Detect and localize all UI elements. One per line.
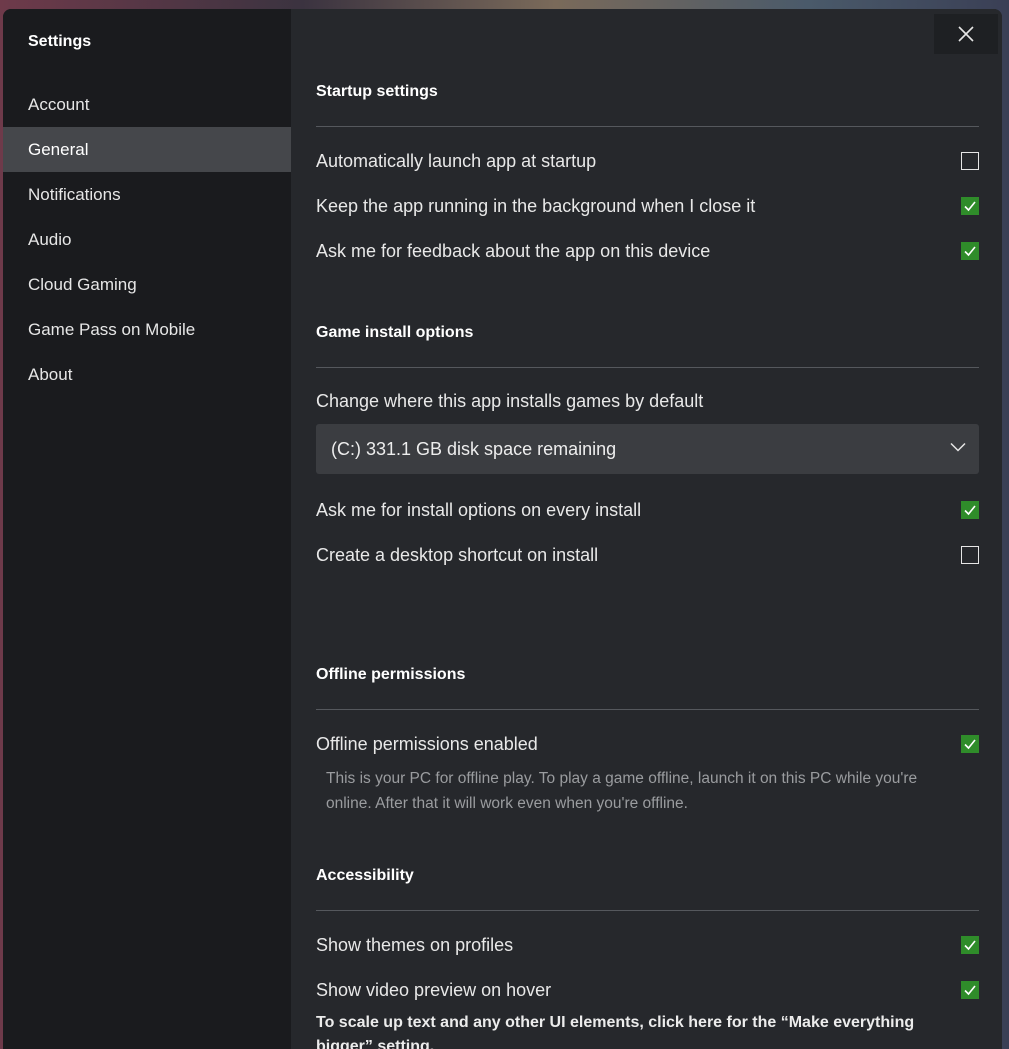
settings-window: Settings Account General Notifications A… <box>3 9 1002 1049</box>
option-label: Ask me for feedback about the app on thi… <box>316 240 711 261</box>
option-row-feedback: Ask me for feedback about the app on thi… <box>316 236 979 266</box>
sidebar-item-account[interactable]: Account <box>3 82 291 127</box>
option-row-offline-permissions: Offline permissions enabled <box>316 729 979 759</box>
sidebar-item-audio[interactable]: Audio <box>3 217 291 262</box>
checkmark-icon <box>964 505 976 516</box>
checkbox-run-in-background[interactable] <box>961 197 979 215</box>
sidebar: Settings Account General Notifications A… <box>3 9 291 1049</box>
option-row-desktop-shortcut: Create a desktop shortcut on install <box>316 540 979 570</box>
divider <box>316 910 979 911</box>
checkbox-show-themes[interactable] <box>961 936 979 954</box>
main-panel: Startup settings Automatically launch ap… <box>291 9 1002 1049</box>
option-row-launch-at-startup: Automatically launch app at startup <box>316 146 979 176</box>
section-title-install: Game install options <box>316 324 474 341</box>
section-title-accessibility: Accessibility <box>316 867 414 884</box>
option-label: Ask me for install options on every inst… <box>316 499 642 520</box>
checkbox-launch-at-startup[interactable] <box>961 152 979 170</box>
make-everything-bigger-link[interactable]: To scale up text and any other UI elemen… <box>316 1011 956 1049</box>
checkbox-feedback[interactable] <box>961 242 979 260</box>
option-row-video-preview: Show video preview on hover <box>316 975 979 1005</box>
sidebar-item-game-pass-mobile[interactable]: Game Pass on Mobile <box>3 307 291 352</box>
checkmark-icon <box>964 246 976 257</box>
option-label: Show themes on profiles <box>316 934 514 955</box>
option-label: Automatically launch app at startup <box>316 150 597 171</box>
sidebar-item-cloud-gaming[interactable]: Cloud Gaming <box>3 262 291 307</box>
option-label: Create a desktop shortcut on install <box>316 544 599 565</box>
checkbox-offline-permissions[interactable] <box>961 735 979 753</box>
sidebar-item-general[interactable]: General <box>3 127 291 172</box>
checkbox-install-options[interactable] <box>961 501 979 519</box>
dropdown-value: (C:) 331.1 GB disk space remaining <box>331 439 617 459</box>
divider <box>316 367 979 368</box>
divider <box>316 126 979 127</box>
install-location-label: Change where this app installs games by … <box>316 391 704 411</box>
section-title-offline: Offline permissions <box>316 666 466 683</box>
section-title-startup: Startup settings <box>316 83 438 100</box>
option-label: Offline permissions enabled <box>316 733 538 754</box>
option-label: Keep the app running in the background w… <box>316 195 756 216</box>
checkmark-icon <box>964 985 976 996</box>
chevron-down-icon <box>950 442 966 452</box>
sidebar-item-notifications[interactable]: Notifications <box>3 172 291 217</box>
sidebar-item-about[interactable]: About <box>3 352 291 397</box>
checkmark-icon <box>964 739 976 750</box>
checkbox-desktop-shortcut[interactable] <box>961 546 979 564</box>
checkmark-icon <box>964 940 976 951</box>
option-row-install-options: Ask me for install options on every inst… <box>316 495 979 525</box>
settings-content: Startup settings Automatically launch ap… <box>316 9 979 1049</box>
sidebar-nav: Account General Notifications Audio Clou… <box>3 82 291 397</box>
option-row-run-in-background: Keep the app running in the background w… <box>316 191 979 221</box>
sidebar-title: Settings <box>28 33 92 50</box>
checkmark-icon <box>964 201 976 212</box>
install-location-dropdown[interactable]: (C:) 331.1 GB disk space remaining <box>316 424 979 474</box>
checkbox-video-preview[interactable] <box>961 981 979 999</box>
divider <box>316 709 979 710</box>
offline-description: This is your PC for offline play. To pla… <box>326 770 918 812</box>
option-label: Show video preview on hover <box>316 979 552 1000</box>
option-row-show-themes: Show themes on profiles <box>316 930 979 960</box>
